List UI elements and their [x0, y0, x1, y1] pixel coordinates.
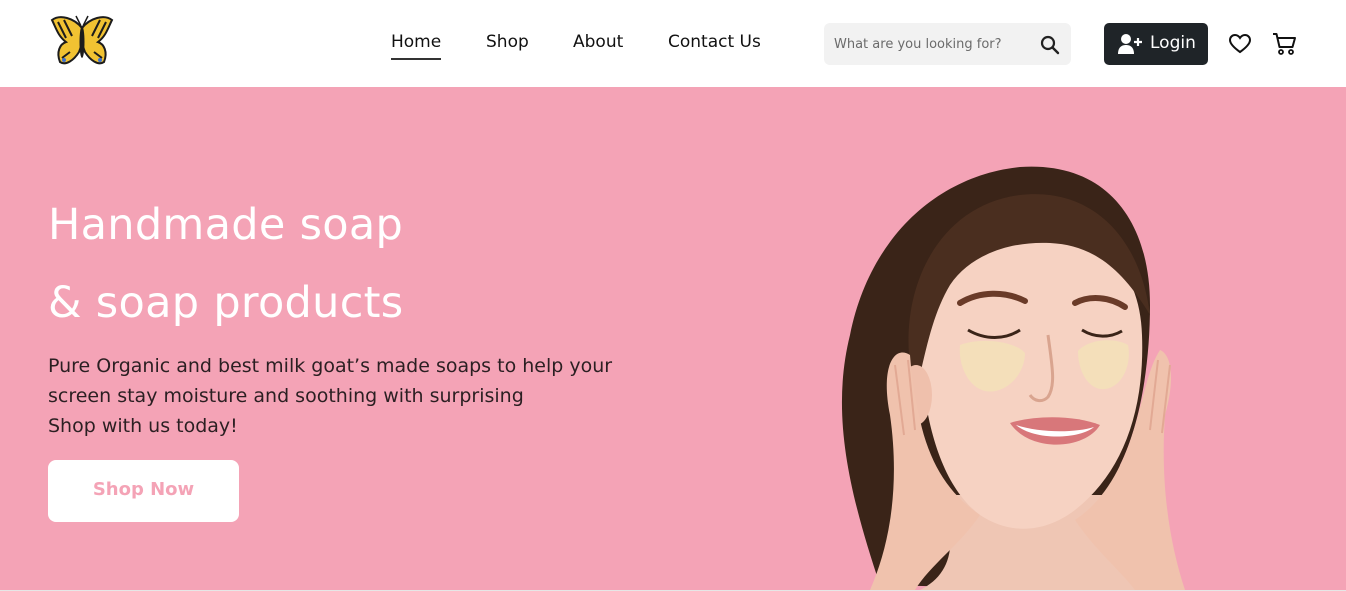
nav-contact-us[interactable]: Contact Us — [668, 32, 761, 52]
hero-banner: Handmade soap & soap products Pure Organ… — [0, 87, 1346, 590]
shop-now-button[interactable]: Shop Now — [48, 460, 239, 522]
user-plus-icon — [1118, 34, 1142, 54]
shop-now-label: Shop Now — [92, 479, 195, 500]
cart-icon[interactable] — [1272, 32, 1297, 56]
login-label: Login — [1150, 33, 1196, 53]
search-box — [824, 23, 1071, 65]
login-button[interactable]: Login — [1104, 23, 1208, 65]
nav-home[interactable]: Home — [391, 32, 442, 60]
hero-title-line-2: & soap products — [48, 278, 404, 328]
hero-title-line-1: Handmade soap — [48, 200, 404, 250]
hero-description-line-3: Shop with us today! — [48, 415, 238, 437]
site-header: Home Shop About Contact Us Login — [0, 0, 1346, 87]
hero-description-line-2: screen stay moisture and soothing with s… — [48, 385, 524, 407]
search-icon[interactable] — [1040, 35, 1060, 55]
butterfly-logo-icon[interactable] — [48, 14, 116, 74]
nav-about[interactable]: About — [573, 32, 623, 52]
hero-description-line-1: Pure Organic and best milk goat’s made s… — [48, 355, 613, 377]
nav-shop[interactable]: Shop — [486, 32, 529, 52]
heart-icon[interactable] — [1229, 34, 1251, 54]
search-input[interactable] — [834, 23, 1034, 65]
hero-portrait-image — [841, 166, 1185, 590]
